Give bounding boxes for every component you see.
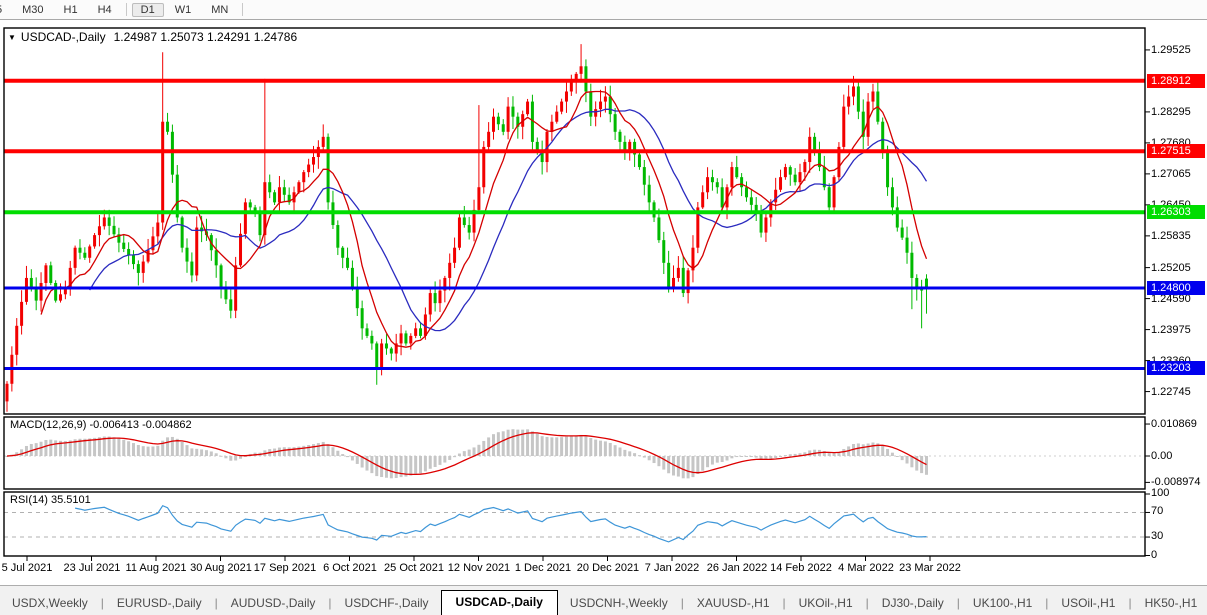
symbol-label: USDCAD-,Daily — [21, 30, 106, 44]
chart-tabs: USDX,Weekly EURUSD-,Daily AUDUSD-,Daily … — [0, 586, 1207, 615]
rsi-axis-label: 30 — [1151, 530, 1163, 542]
price-tick-label: 1.25835 — [1151, 230, 1191, 242]
price-tick-label: 1.25205 — [1151, 262, 1191, 274]
tab-usdchf-daily[interactable]: USDCHF-,Daily — [333, 592, 441, 615]
tab-eurusd-daily[interactable]: EURUSD-,Daily — [105, 592, 214, 615]
rsi-name: RSI(14) — [10, 494, 48, 506]
tab-audusd-daily[interactable]: AUDUSD-,Daily — [219, 592, 328, 615]
macd-signal-value: -0.004862 — [142, 419, 192, 431]
price-tick-label: 1.23975 — [1151, 324, 1191, 336]
chart-canvas — [0, 0, 1207, 615]
tab-ukoil-h1[interactable]: UKOil-,H1 — [787, 592, 865, 615]
macd-label: MACD(12,26,9) -0.006413 -0.004862 — [10, 419, 192, 431]
price-level-badge: 1.27515 — [1147, 144, 1205, 158]
tab-hk50-h1[interactable]: HK50-,H1 — [1133, 592, 1207, 615]
price-level-badge: 1.28912 — [1147, 74, 1205, 88]
trading-terminal: 5 M30 H1 H4 D1 W1 MN ▼USDCAD-,Daily1.249… — [0, 0, 1207, 615]
price-tick-label: 1.29525 — [1151, 44, 1191, 56]
tab-usdx-weekly[interactable]: USDX,Weekly — [0, 592, 100, 615]
tab-usoil-h1[interactable]: USOil-,H1 — [1049, 592, 1127, 615]
rsi-axis-label: 0 — [1151, 549, 1157, 561]
price-level-badge: 1.26303 — [1147, 205, 1205, 219]
chart-title: ▼ USDCAD-,Daily 1.24987 1.25073 1.24291 1.… — [8, 30, 297, 44]
tab-dj30-daily[interactable]: DJ30-,Daily — [870, 592, 956, 615]
rsi-axis-label: 100 — [1151, 487, 1169, 499]
price-level-badge: 1.23203 — [1147, 361, 1205, 375]
macd-axis-label: 0.00 — [1151, 450, 1172, 462]
price-tick-label: 1.28295 — [1151, 106, 1191, 118]
price-tick-label: 1.27065 — [1151, 168, 1191, 180]
macd-value: -0.006413 — [89, 419, 139, 431]
ohlc-values: 1.24987 1.25073 1.24291 1.24786 — [114, 30, 298, 44]
rsi-value: 35.5101 — [51, 494, 91, 506]
tab-usdcad-daily[interactable]: USDCAD-,Daily — [441, 590, 558, 615]
rsi-axis-label: 70 — [1151, 505, 1163, 517]
price-tick-label: 1.22745 — [1151, 386, 1191, 398]
tab-xauusd-h1[interactable]: XAUUSD-,H1 — [685, 592, 782, 615]
symbol-dropdown-icon[interactable]: ▼ — [8, 33, 16, 42]
tab-usdcnh-weekly[interactable]: USDCNH-,Weekly — [558, 592, 680, 615]
rsi-label: RSI(14) 35.5101 — [10, 494, 91, 506]
macd-name: MACD(12,26,9) — [10, 419, 86, 431]
date-tick-label: 23 Mar 2022 — [885, 562, 975, 574]
macd-axis-label: 0.010869 — [1151, 418, 1197, 430]
tab-uk100-h1[interactable]: UK100-,H1 — [961, 592, 1044, 615]
price-level-badge: 1.24800 — [1147, 281, 1205, 295]
